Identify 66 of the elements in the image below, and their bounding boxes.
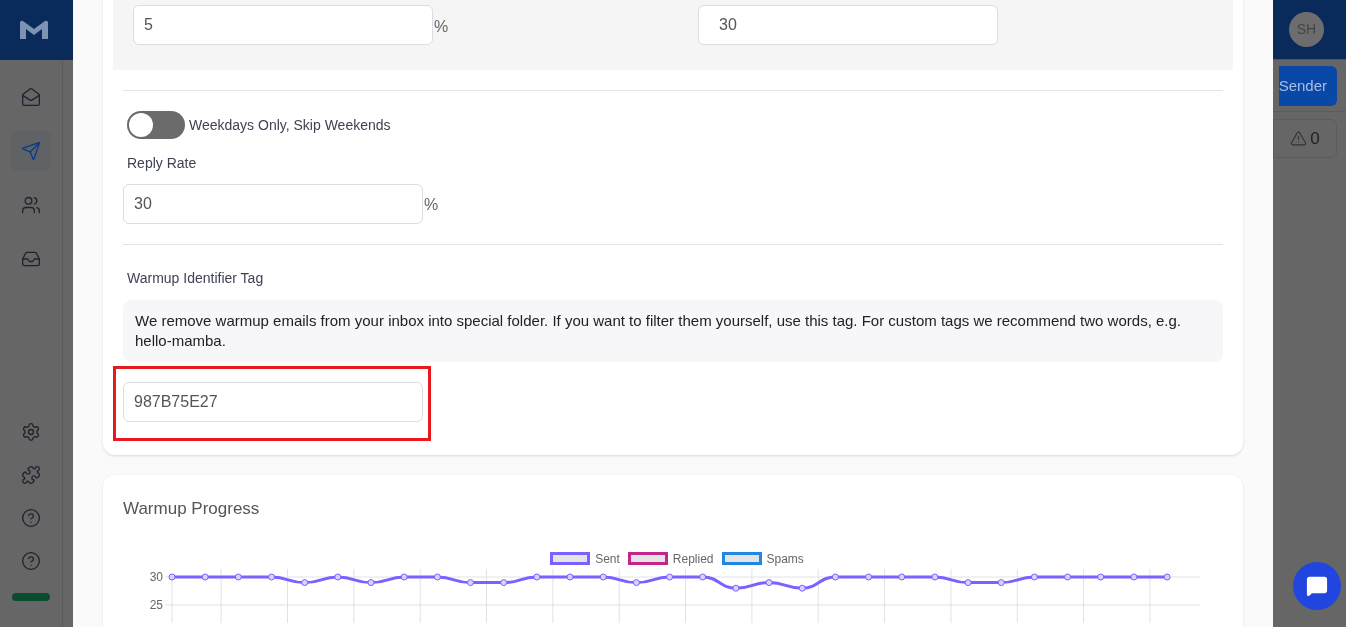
- data-point: [865, 573, 873, 580]
- data-point: [500, 578, 508, 586]
- users-icon: [21, 195, 41, 215]
- data-point: [599, 573, 607, 580]
- legend-label: Sent: [595, 550, 620, 568]
- info-text: We remove warmup emails from your inbox into special folder. If you want to filter them yourself, use this tag. For custom tags we recommend two words, e.g. hello-mamba.: [123, 300, 1223, 362]
- input-field[interactable]: 987B75E27: [123, 382, 423, 422]
- input-field[interactable]: 30: [698, 5, 998, 45]
- data-point: [632, 578, 640, 586]
- send-icon: [21, 141, 41, 161]
- data-point: [765, 578, 773, 586]
- data-point: [997, 578, 1005, 586]
- data-point: [798, 584, 806, 592]
- data-point: [699, 573, 707, 580]
- help-icon: [21, 508, 41, 528]
- toggle-knob: [129, 113, 153, 137]
- field-label: Reply Rate: [126, 154, 198, 173]
- data-point: [831, 573, 839, 580]
- data-point: [1130, 573, 1138, 580]
- data-point: [666, 573, 674, 580]
- chat-icon: [1306, 575, 1328, 597]
- data-point: [533, 573, 541, 580]
- data-point: [1163, 573, 1171, 580]
- sender-button[interactable]: Sender: [1278, 66, 1337, 106]
- inbox-icon: [21, 249, 41, 269]
- data-point: [234, 573, 242, 580]
- data-point: [1064, 573, 1072, 580]
- data-point: [732, 584, 740, 592]
- data-point: [964, 578, 972, 586]
- status-bar-indicator: [12, 593, 50, 601]
- data-point: [467, 578, 475, 586]
- percent-suffix: %: [424, 195, 439, 215]
- y-tick: 25: [149, 597, 1201, 612]
- percent-suffix: %: [434, 17, 449, 37]
- data-point: [1030, 573, 1038, 580]
- data-point: [898, 573, 906, 580]
- data-point: [1097, 573, 1105, 580]
- input-field[interactable]: 5: [133, 5, 433, 45]
- toggle-label: Weekdays Only, Skip Weekends: [189, 115, 391, 135]
- legend-label: Spams: [766, 550, 804, 568]
- input-field[interactable]: 30: [123, 184, 423, 224]
- warning-icon: [1290, 130, 1308, 147]
- data-point: [268, 573, 275, 580]
- mail-open-icon: [21, 87, 41, 107]
- data-point: [566, 573, 574, 580]
- data-point: [334, 573, 342, 580]
- data-point: [400, 573, 408, 580]
- legend-label: Replied: [672, 550, 714, 568]
- data-point: [433, 573, 441, 580]
- data-point: [367, 578, 375, 586]
- logo-icon: [18, 19, 50, 41]
- data-point: [931, 573, 939, 580]
- sidebar-item[interactable]: [11, 131, 51, 171]
- card-title: Warmup Progress: [123, 498, 261, 520]
- field-label: Warmup Identifier Tag: [126, 269, 265, 288]
- y-tick-label: 25: [149, 597, 164, 612]
- data-point: [301, 578, 309, 586]
- chat-button[interactable]: [1293, 562, 1341, 610]
- settings-icon: [21, 422, 41, 442]
- puzzle-icon: [21, 465, 41, 485]
- warning-count: 0: [1310, 127, 1320, 150]
- data-point: [201, 573, 209, 580]
- data-point: [168, 573, 176, 580]
- help-icon: [21, 551, 41, 571]
- toggle-switch[interactable]: [127, 111, 185, 139]
- y-tick-label: 30: [149, 569, 164, 584]
